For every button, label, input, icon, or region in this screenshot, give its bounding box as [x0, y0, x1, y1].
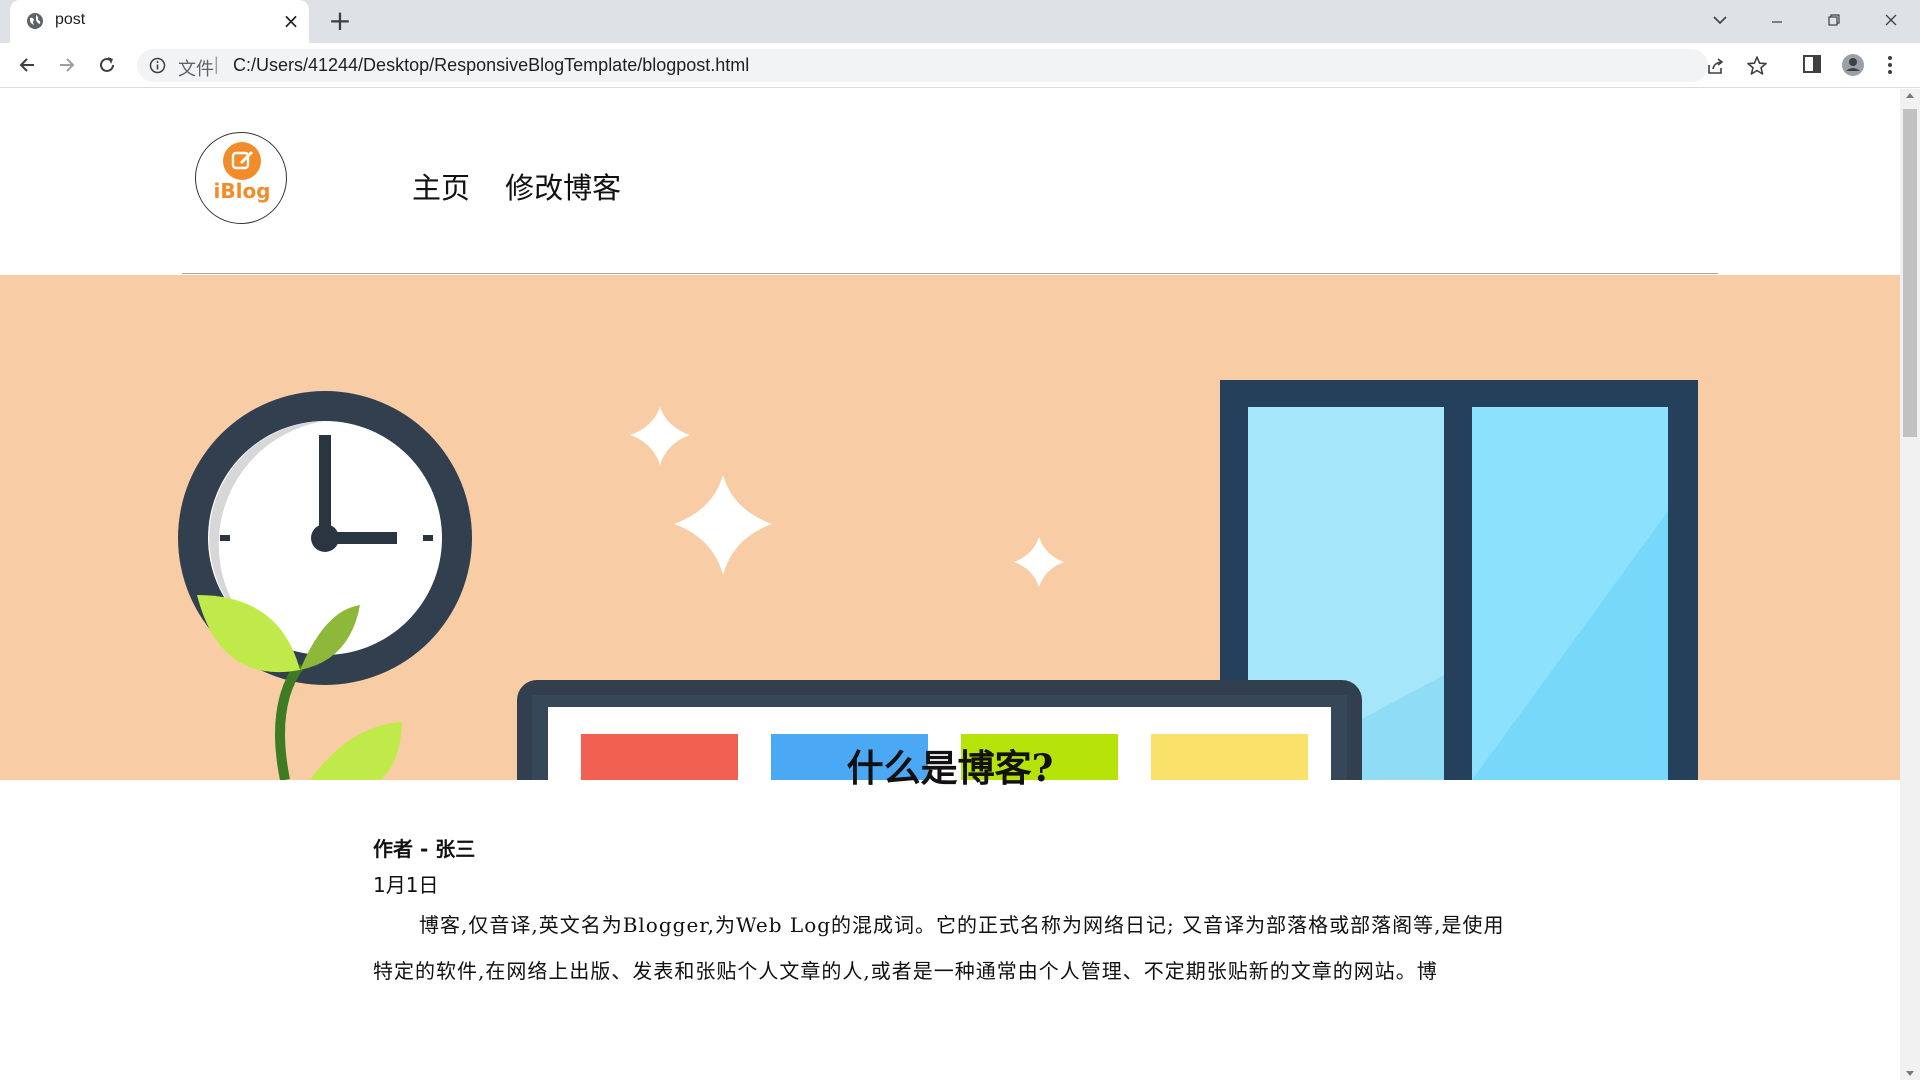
restore-button[interactable]: [1814, 4, 1854, 36]
new-tab-button[interactable]: +: [325, 6, 355, 36]
logo-text: iBlog: [213, 179, 271, 203]
hero-banner: [0, 275, 1900, 780]
minimize-button[interactable]: [1757, 4, 1797, 36]
forward-button[interactable]: [53, 51, 81, 79]
post-body: 博客,仅音译,英文名为Blogger,为Web Log的混成词。它的正式名称为网…: [373, 913, 1505, 983]
address-separator: |: [214, 54, 219, 74]
tab-close-icon[interactable]: ×: [280, 10, 302, 32]
address-scheme: 文件: [178, 59, 214, 79]
scroll-up-arrow-icon[interactable]: [1906, 93, 1914, 98]
post-date: 1月1日: [373, 873, 439, 897]
scroll-down-arrow-icon[interactable]: [1906, 1071, 1914, 1076]
site-nav: 主页 修改博客: [412, 165, 651, 207]
site-logo[interactable]: iBlog: [195, 132, 287, 224]
reload-button[interactable]: [93, 51, 121, 79]
menu-kebab-icon[interactable]: [1882, 53, 1906, 77]
share-icon[interactable]: [1706, 56, 1726, 76]
globe-icon: [26, 12, 44, 30]
nav-home[interactable]: 主页: [412, 171, 470, 205]
side-panel-icon[interactable]: [1801, 53, 1825, 77]
address-bar[interactable]: 文件 | C:/Users/41244/Desktop/ResponsiveBl…: [137, 49, 1767, 82]
back-button[interactable]: [13, 51, 41, 79]
edit-pencil-icon: [223, 142, 261, 180]
close-window-button[interactable]: [1871, 4, 1911, 36]
site-header: iBlog 主页 修改博客: [0, 89, 1900, 275]
nav-edit-blog[interactable]: 修改博客: [505, 171, 621, 205]
tab-search-chevron-icon[interactable]: [1700, 4, 1740, 36]
tab-strip: post × +: [0, 0, 1920, 43]
post-author: 作者 - 张三: [373, 837, 476, 861]
header-divider: [182, 273, 1718, 274]
hero-illustration: [178, 380, 1698, 780]
address-url[interactable]: C:/Users/41244/Desktop/ResponsiveBlogTem…: [233, 55, 749, 76]
post-title: 什么是博客?: [846, 746, 1054, 790]
scroll-thumb[interactable]: [1903, 109, 1917, 437]
tab-title: post: [55, 11, 86, 28]
page-scrollbar[interactable]: [1900, 89, 1920, 1080]
page-viewport: iBlog 主页 修改博客 什么是博客? 作者 - 张三 1月1日 博客,仅音译…: [0, 89, 1900, 1080]
info-icon[interactable]: [149, 57, 166, 74]
bookmark-star-icon[interactable]: [1746, 55, 1768, 77]
browser-tab[interactable]: post ×: [10, 0, 309, 43]
sparkle-icon: [630, 407, 1064, 587]
profile-avatar-icon[interactable]: [1841, 53, 1865, 77]
browser-toolbar: 文件 | C:/Users/41244/Desktop/ResponsiveBl…: [0, 43, 1920, 88]
